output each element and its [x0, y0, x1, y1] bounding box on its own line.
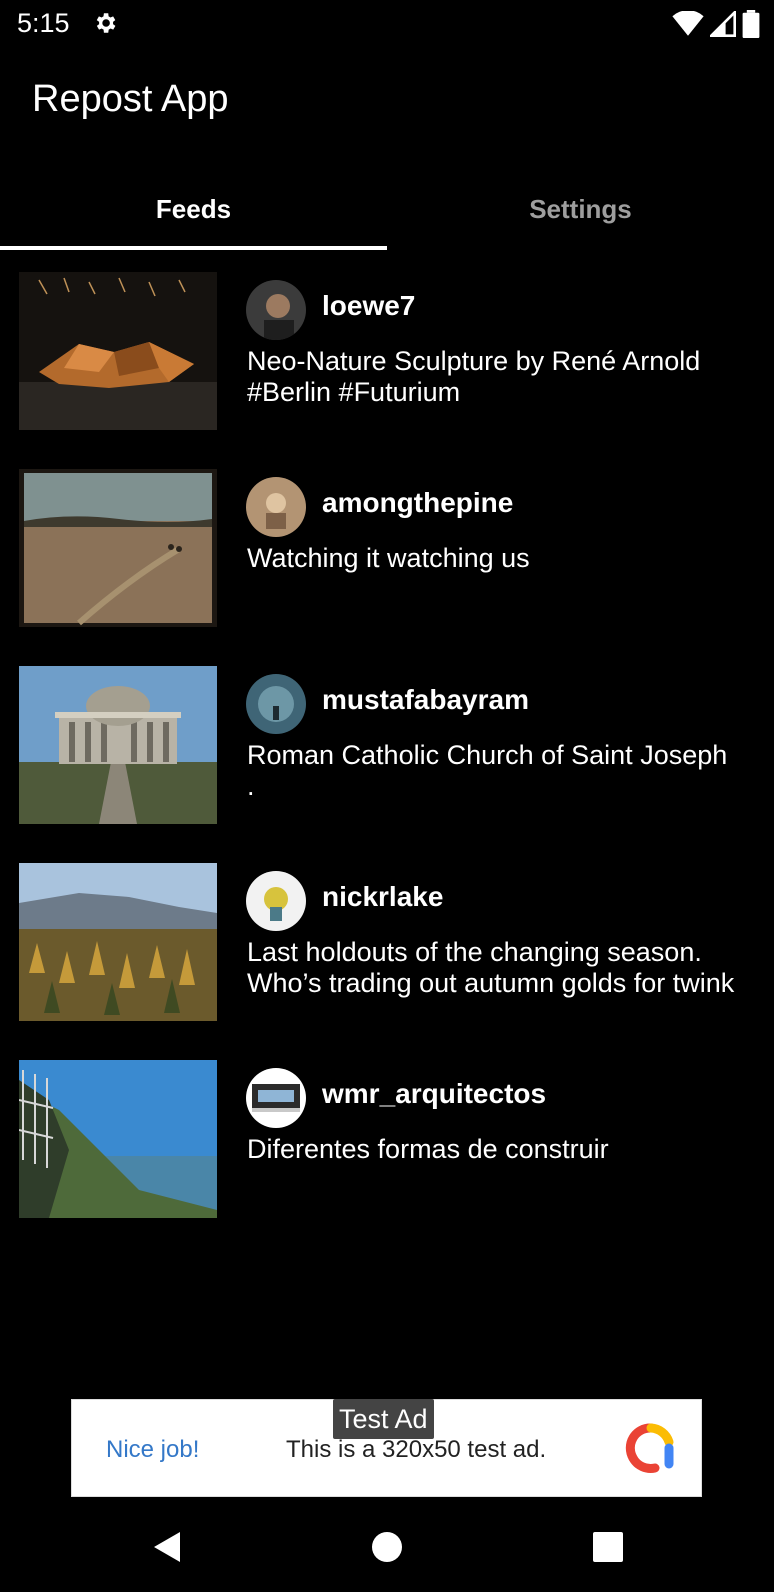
app-title: Repost App: [32, 78, 229, 120]
post-thumbnail[interactable]: [19, 272, 217, 430]
feed-item[interactable]: loewe7 Neo-Nature Sculpture by René Arno…: [0, 266, 774, 463]
tab-indicator: [0, 246, 387, 250]
post-caption: Last holdouts of the changing season. Wh…: [247, 937, 735, 998]
feed-item[interactable]: mustafabayram Roman Catholic Church of S…: [0, 660, 774, 857]
avatar[interactable]: [246, 871, 306, 931]
ad-logo-icon: [625, 1423, 674, 1473]
post-username[interactable]: loewe7: [322, 290, 415, 322]
wifi-icon: [672, 11, 704, 36]
home-icon[interactable]: [364, 1524, 410, 1570]
back-icon[interactable]: [146, 1524, 192, 1570]
tab-settings[interactable]: Settings: [387, 170, 774, 248]
status-bar: 5:15: [0, 0, 774, 48]
battery-icon: [742, 10, 760, 38]
feed-item[interactable]: amongthepine Watching it watching us: [0, 463, 774, 660]
signal-icon: [710, 11, 736, 37]
navigation-bar: [0, 1500, 774, 1592]
feed-item[interactable]: nickrlake Last holdouts of the changing …: [0, 857, 774, 1054]
avatar[interactable]: [246, 280, 306, 340]
tab-feeds[interactable]: Feeds: [0, 170, 387, 248]
post-caption: Watching it watching us: [247, 543, 530, 573]
gear-icon: [96, 13, 116, 33]
post-username[interactable]: amongthepine: [322, 487, 513, 519]
tab-bar: Feeds Settings: [0, 170, 774, 252]
ad-body: This is a 320x50 test ad.: [286, 1436, 547, 1463]
avatar[interactable]: [246, 674, 306, 734]
post-username[interactable]: wmr_arquitectos: [322, 1078, 546, 1110]
post-caption: Roman Catholic Church of Saint Joseph .: [247, 740, 728, 801]
post-username[interactable]: nickrlake: [322, 881, 443, 913]
post-thumbnail[interactable]: [19, 666, 217, 824]
post-username[interactable]: mustafabayram: [322, 684, 529, 716]
avatar[interactable]: [246, 477, 306, 537]
recents-icon[interactable]: [585, 1524, 631, 1570]
avatar[interactable]: [246, 1068, 306, 1128]
status-time: 5:15: [17, 8, 70, 38]
ad-headline: Nice job!: [106, 1436, 200, 1463]
post-thumbnail[interactable]: [19, 469, 217, 627]
post-caption: Neo-Nature Sculpture by René Arnold #Ber…: [247, 346, 701, 407]
post-thumbnail[interactable]: [19, 1060, 217, 1218]
post-caption: Diferentes formas de construir: [247, 1134, 609, 1164]
post-thumbnail[interactable]: [19, 863, 217, 1021]
ad-badge: Test Ad: [333, 1399, 434, 1439]
feed-item[interactable]: wmr_arquitectos Diferentes formas de con…: [0, 1054, 774, 1251]
feed-list[interactable]: loewe7 Neo-Nature Sculpture by René Arno…: [0, 266, 774, 1251]
